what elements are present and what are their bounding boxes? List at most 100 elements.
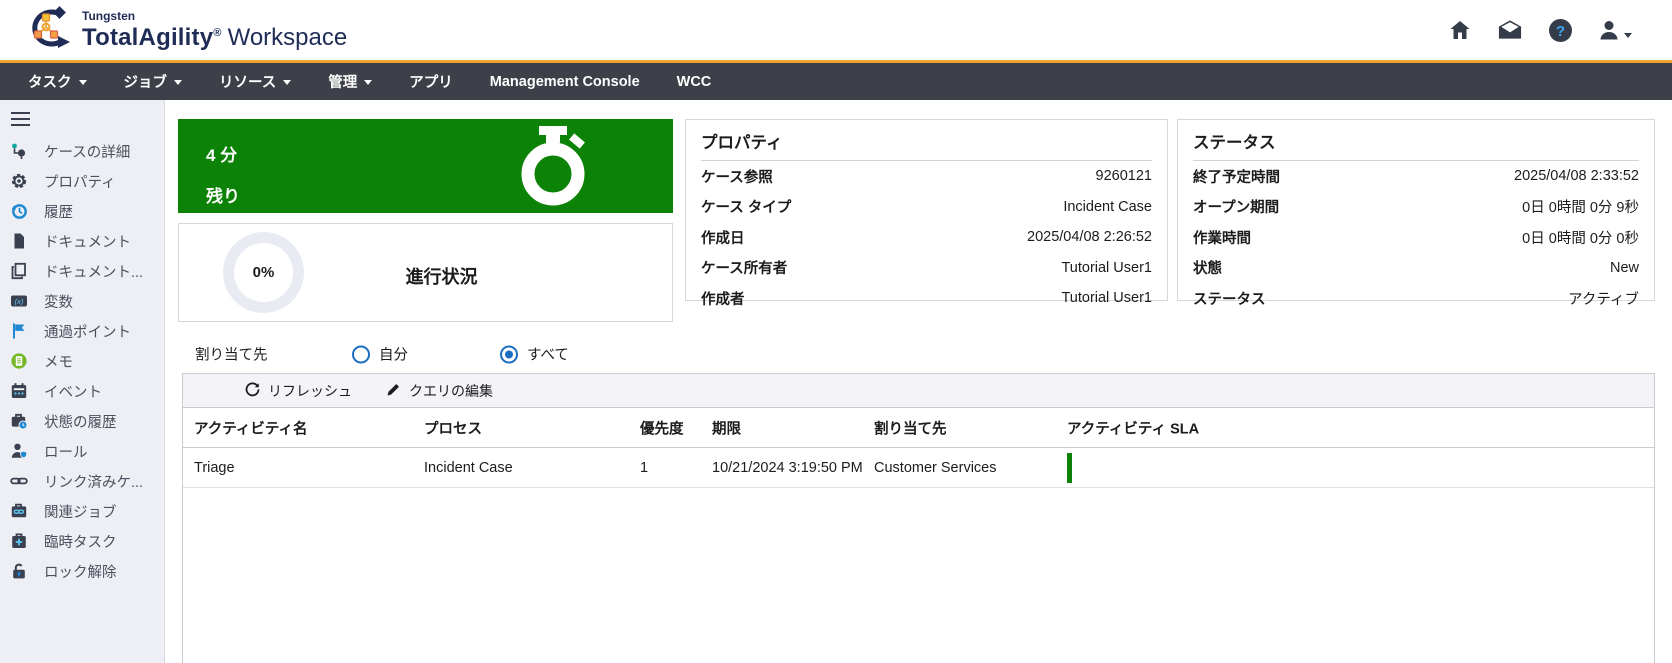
radio-selected-icon: [500, 345, 518, 363]
radio-assigned-me[interactable]: 自分: [352, 344, 408, 365]
chevron-down-icon: [364, 80, 372, 85]
related-jobs-icon: [10, 502, 28, 520]
col-activity-sla[interactable]: アクティビティ SLA: [1067, 417, 1199, 438]
history-icon: [10, 202, 28, 220]
svg-text:(x): (x): [15, 297, 24, 306]
property-row: ケース所有者Tutorial User1: [701, 253, 1152, 284]
totalagility-logo-icon: [22, 5, 72, 56]
gear-icon: [10, 172, 28, 190]
progress-label: 進行状況: [211, 263, 672, 289]
nav-resources[interactable]: リソース: [219, 71, 291, 92]
user-caret-icon: [1624, 33, 1632, 38]
status-row: 作業時間0日 0時間 0分 0秒: [1193, 222, 1639, 253]
app-header: Tungsten TotalAgility® Workspace ?: [0, 0, 1672, 60]
pencil-icon: [386, 382, 401, 400]
main-content: 4 分 残り 0% 進行状況 プロパティ ケース参照9260121 ケース タイ: [165, 100, 1672, 663]
home-icon[interactable]: [1447, 17, 1473, 43]
unlock-icon: [10, 562, 28, 580]
cell-due-date: 10/21/2024 3:19:50 PM: [712, 460, 863, 476]
property-row: 作成者Tutorial User1: [701, 283, 1152, 314]
documents-icon: [10, 262, 28, 280]
nav-jobs[interactable]: ジョブ: [124, 71, 183, 92]
flag-icon: [10, 322, 28, 340]
properties-title: プロパティ: [701, 129, 1152, 161]
case-details-icon: [10, 142, 28, 160]
sidebar-item-events[interactable]: イベント: [0, 376, 164, 406]
time-remaining-value: 4 分: [206, 141, 237, 166]
sla-timer-card: 4 分 残り: [178, 119, 673, 213]
sla-status-bar: [1067, 453, 1072, 483]
sidebar-item-notes[interactable]: メモ: [0, 346, 164, 376]
role-icon: [10, 442, 28, 460]
state-history-icon: [10, 412, 28, 430]
link-icon: [10, 472, 28, 490]
cell-assigned-to: Customer Services: [874, 460, 996, 476]
sidebar-item-milestones[interactable]: 通過ポイント: [0, 316, 164, 346]
sidebar-item-roles[interactable]: ロール: [0, 436, 164, 466]
col-process[interactable]: プロセス: [424, 417, 482, 438]
status-row: 終了予定時間2025/04/08 2:33:52: [1193, 161, 1639, 192]
brand: Tungsten TotalAgility® Workspace: [0, 5, 347, 56]
sidebar-item-state-history[interactable]: 状態の履歴: [0, 406, 164, 436]
help-icon[interactable]: ?: [1547, 17, 1573, 43]
sidebar-item-documents[interactable]: ドキュメント: [0, 226, 164, 256]
status-row: オープン期間0日 0時間 0分 9秒: [1193, 192, 1639, 223]
status-row: ステータスアクティブ: [1193, 283, 1639, 314]
nav-apps[interactable]: アプリ: [409, 71, 453, 92]
sidebar-item-history[interactable]: 履歴: [0, 196, 164, 226]
sidebar-item-document-sets[interactable]: ドキュメント...: [0, 256, 164, 286]
time-remaining-label: 残り: [206, 182, 240, 207]
assigned-to-filter: 割り当て先 自分 すべて: [165, 343, 1672, 365]
sidebar-item-unlock[interactable]: ロック解除: [0, 556, 164, 586]
progress-card: 0% 進行状況: [178, 223, 673, 322]
properties-panel: プロパティ ケース参照9260121 ケース タイプIncident Case …: [685, 119, 1168, 301]
main-nav: タスク ジョブ リソース 管理 アプリ Management Console W…: [0, 63, 1672, 100]
grid-toolbar: リフレッシュ クエリの編集: [183, 374, 1654, 408]
nav-wcc[interactable]: WCC: [677, 74, 712, 90]
user-menu-icon[interactable]: [1597, 18, 1632, 42]
status-panel: ステータス 終了予定時間2025/04/08 2:33:52 オープン期間0日 …: [1177, 119, 1655, 301]
document-icon: [10, 232, 28, 250]
note-icon: [10, 352, 28, 370]
assigned-to-label: 割り当て先: [195, 344, 268, 365]
nav-admin[interactable]: 管理: [328, 71, 372, 92]
calendar-icon: [10, 382, 28, 400]
col-assigned-to[interactable]: 割り当て先: [874, 417, 947, 438]
adhoc-task-icon: [10, 532, 28, 550]
brand-totalagility: TotalAgility: [82, 24, 213, 51]
refresh-button[interactable]: リフレッシュ: [245, 381, 352, 401]
chevron-down-icon: [174, 80, 182, 85]
activity-grid: リフレッシュ クエリの編集 アクティビティ名 プロセス 優先度 期限 割り当て先…: [182, 373, 1655, 663]
col-activity-name[interactable]: アクティビティ名: [194, 417, 308, 438]
radio-assigned-all[interactable]: すべて: [500, 344, 569, 365]
col-priority[interactable]: 優先度: [640, 417, 684, 438]
chevron-down-icon: [79, 80, 87, 85]
edit-query-button[interactable]: クエリの編集: [386, 381, 493, 401]
mail-icon[interactable]: [1497, 17, 1523, 43]
sidebar-item-adhoc-tasks[interactable]: 臨時タスク: [0, 526, 164, 556]
registered-mark: ®: [213, 27, 221, 39]
brand-tungsten: Tungsten: [82, 10, 347, 23]
col-due-date[interactable]: 期限: [712, 417, 741, 438]
property-row: ケース タイプIncident Case: [701, 192, 1152, 223]
nav-management-console[interactable]: Management Console: [490, 74, 640, 90]
status-title: ステータス: [1193, 129, 1639, 161]
property-row: ケース参照9260121: [701, 161, 1152, 192]
chevron-down-icon: [283, 80, 291, 85]
refresh-icon: [245, 382, 260, 400]
status-row: 状態New: [1193, 253, 1639, 284]
sidebar-item-related-jobs[interactable]: 関連ジョブ: [0, 496, 164, 526]
cell-priority: 1: [640, 460, 648, 476]
brand-workspace: Workspace: [228, 24, 348, 51]
table-row[interactable]: Triage Incident Case 1 10/21/2024 3:19:5…: [183, 448, 1654, 488]
sidebar-item-variables[interactable]: (x) 変数: [0, 286, 164, 316]
sidebar-item-linked-cases[interactable]: リンク済みケ...: [0, 466, 164, 496]
svg-text:?: ?: [1555, 23, 1564, 40]
variable-icon: (x): [10, 292, 28, 310]
sidebar-item-case-details[interactable]: ケースの詳細: [0, 136, 164, 166]
menu-icon[interactable]: [11, 112, 30, 126]
sidebar-item-properties[interactable]: プロパティ: [0, 166, 164, 196]
stopwatch-icon: [513, 124, 593, 213]
nav-tasks[interactable]: タスク: [28, 71, 87, 92]
cell-activity-name: Triage: [194, 460, 235, 476]
